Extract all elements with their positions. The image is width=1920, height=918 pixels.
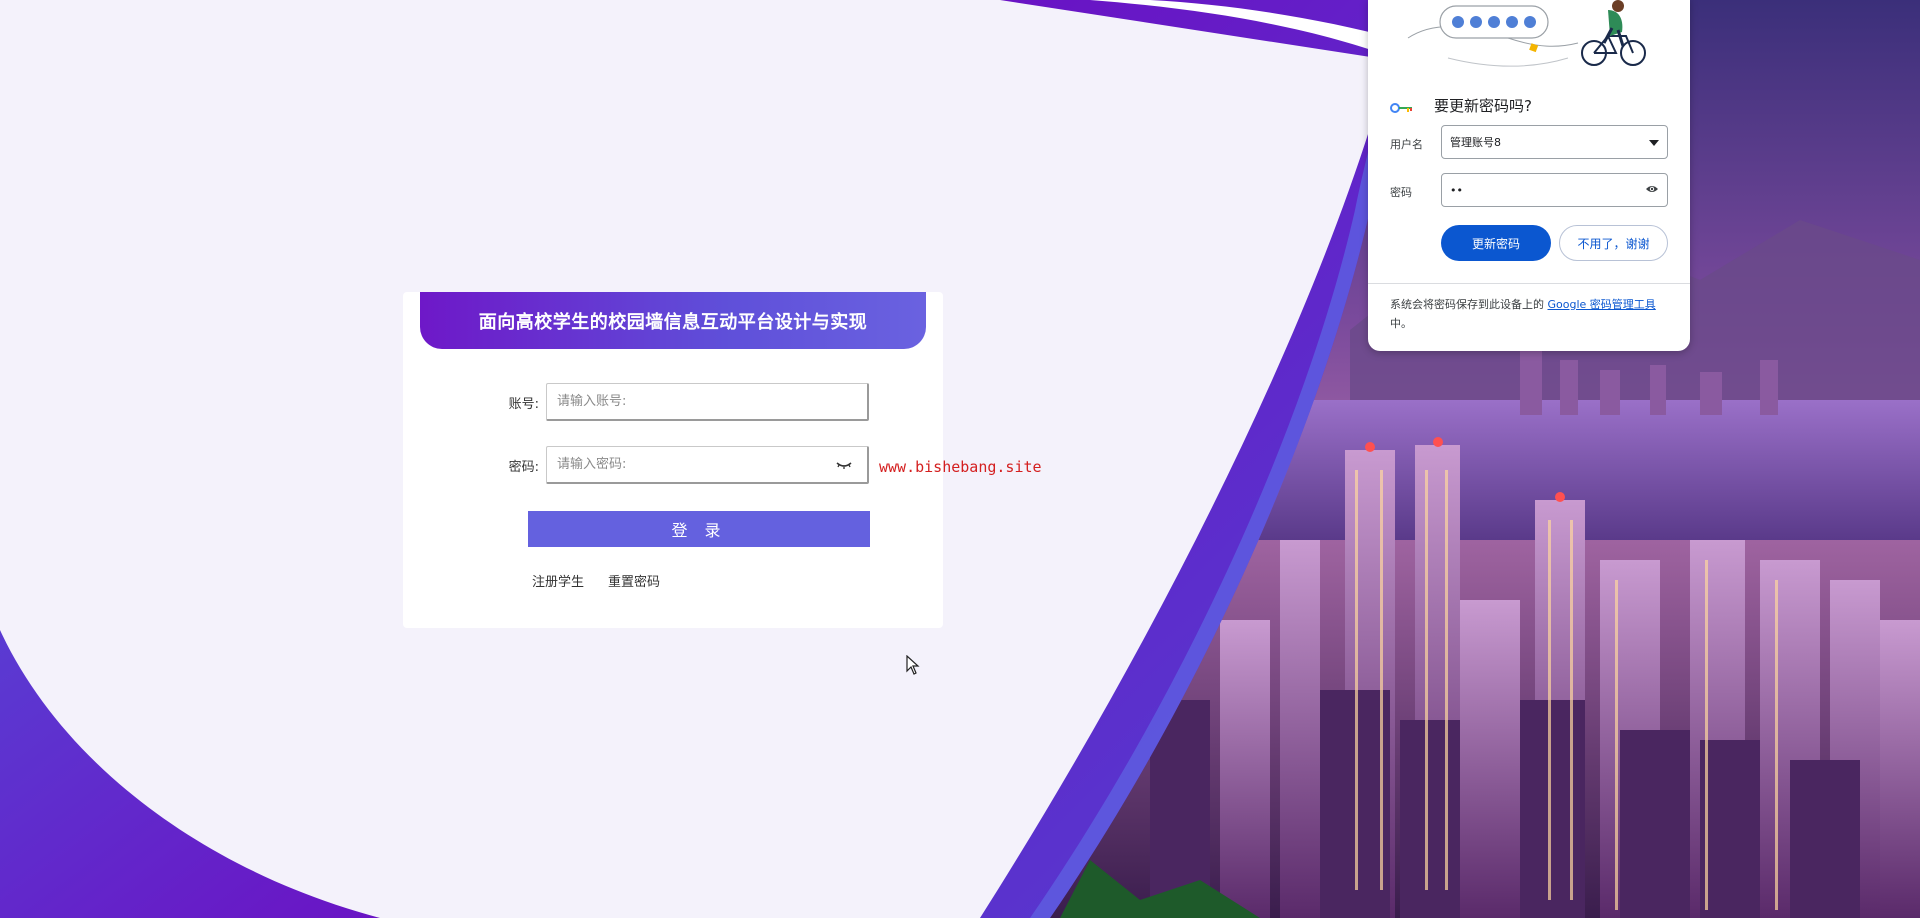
password-manager-link[interactable]: Google 密码管理工具 bbox=[1548, 298, 1656, 311]
username-select[interactable]: 管理账号8 bbox=[1441, 125, 1668, 159]
popup-password-field[interactable]: •• bbox=[1441, 173, 1668, 207]
login-card: 面向高校学生的校园墙信息互动平台设计与实现 账号: 密码: 登 录 注册学生 重… bbox=[403, 292, 943, 628]
update-password-button[interactable]: 更新密码 bbox=[1441, 225, 1551, 261]
account-input[interactable] bbox=[546, 383, 869, 421]
left-purple-wave bbox=[0, 630, 380, 918]
popup-password-value: •• bbox=[1450, 183, 1463, 197]
page-title: 面向高校学生的校园墙信息互动平台设计与实现 bbox=[478, 311, 868, 333]
password-update-popup: 要更新密码吗? 用户名 管理账号8 密码 •• 更新密码 不用了，谢谢 系统会将… bbox=[1368, 0, 1690, 351]
no-thanks-button[interactable]: 不用了，谢谢 bbox=[1559, 225, 1668, 261]
login-button[interactable]: 登 录 bbox=[528, 511, 870, 547]
eye-icon[interactable] bbox=[1645, 184, 1659, 197]
key-icon bbox=[1390, 99, 1414, 118]
login-page: 面向高校学生的校园墙信息互动平台设计与实现 账号: 密码: 登 录 注册学生 重… bbox=[0, 0, 1920, 918]
popup-password-label: 密码 bbox=[1390, 186, 1412, 199]
reset-password-link[interactable]: 重置密码 bbox=[608, 571, 660, 590]
password-input[interactable] bbox=[546, 446, 869, 484]
register-link[interactable]: 注册学生 bbox=[532, 571, 584, 590]
dropdown-arrow-icon bbox=[1649, 136, 1659, 149]
popup-footer: 系统会将密码保存到此设备上的 Google 密码管理工具中。 bbox=[1390, 295, 1675, 333]
password-label: 密码: bbox=[508, 460, 539, 475]
username-label: 用户名 bbox=[1390, 138, 1423, 151]
account-label: 账号: bbox=[508, 397, 539, 412]
popup-title: 要更新密码吗? bbox=[1434, 97, 1532, 115]
account-row: 账号: bbox=[403, 383, 943, 421]
mouse-cursor-icon bbox=[906, 654, 920, 680]
password-illustration bbox=[1407, 0, 1646, 67]
footer-suffix: 中。 bbox=[1390, 317, 1412, 330]
footer-text: 系统会将密码保存到此设备上的 bbox=[1390, 298, 1548, 311]
username-value: 管理账号8 bbox=[1450, 136, 1501, 149]
watermark-text: www.bishebang.site bbox=[879, 458, 1042, 476]
password-row: 密码: bbox=[403, 446, 943, 484]
eye-closed-icon[interactable] bbox=[835, 457, 853, 473]
card-header: 面向高校学生的校园墙信息互动平台设计与实现 bbox=[420, 292, 926, 349]
popup-divider bbox=[1368, 283, 1690, 284]
